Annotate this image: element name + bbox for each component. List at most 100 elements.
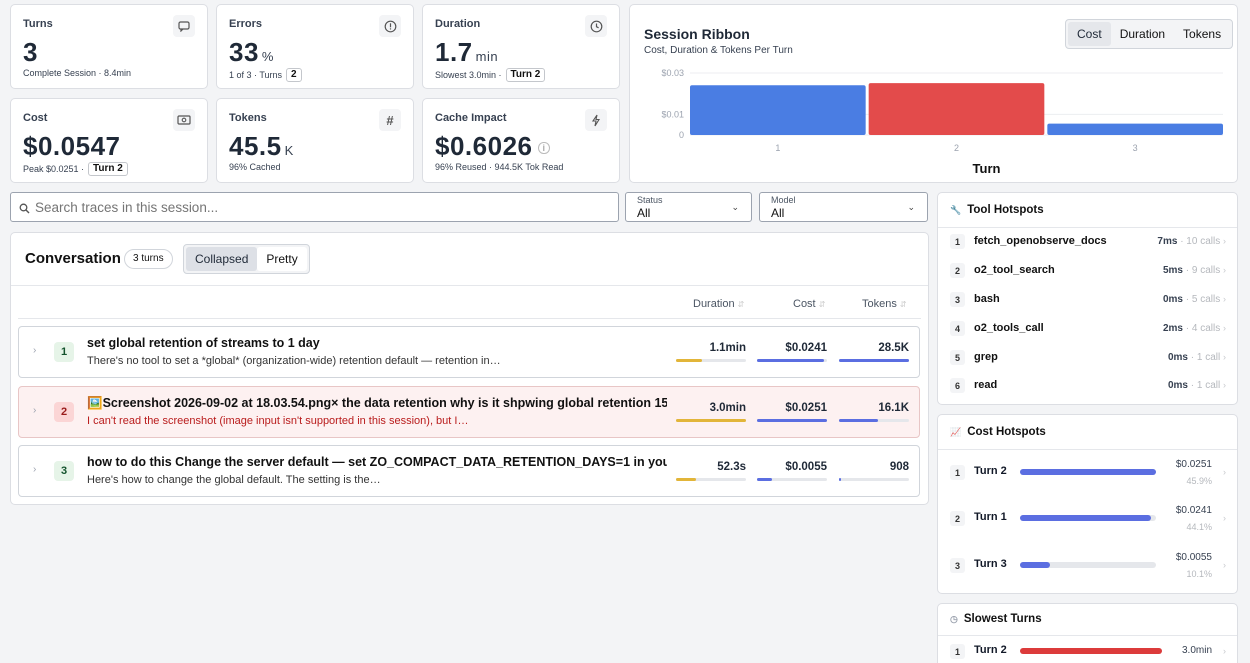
cost-bar-fill — [1020, 562, 1050, 568]
turn-tokens: 16.1K — [878, 402, 909, 414]
duration-value: 3.0min — [1181, 645, 1212, 656]
duration-pill[interactable]: Turn 2 — [505, 68, 546, 82]
turn-row-1[interactable]: › 1 set global retention of streams to 1… — [18, 326, 920, 378]
tool-item[interactable]: 2 o2_tool_search 5ms · 9 calls › — [950, 262, 1226, 280]
tokens-sub: 96% Cached — [229, 162, 281, 172]
tool-item[interactable]: 6 read 0ms · 1 call › — [950, 377, 1226, 395]
rank-badge: 1 — [950, 644, 965, 659]
turn-number: 2 — [54, 402, 74, 422]
errors-value: 33 — [229, 37, 259, 67]
tokens-bar-fill — [839, 419, 879, 422]
x-tick-label: 1 — [775, 143, 780, 153]
turn-tokens: 28.5K — [878, 342, 909, 354]
sort-icon: ⇵ — [899, 300, 907, 309]
tool-calls: · 4 calls — [1185, 323, 1221, 334]
turn-duration: 3.0min — [709, 402, 746, 414]
search-box[interactable] — [10, 192, 619, 222]
turn-title: set global retention of streams to 1 day — [87, 336, 320, 350]
pretty-mode-button[interactable]: Pretty — [257, 247, 307, 271]
duration-bar-fill — [1020, 648, 1162, 654]
tool-name: o2_tool_search — [974, 264, 1055, 276]
cost-bar-fill — [757, 359, 825, 362]
turns-value: 3 — [23, 37, 38, 67]
cost-pill[interactable]: Turn 2 — [88, 162, 128, 176]
cost-sub: Peak $0.0251 · — [23, 164, 85, 174]
x-tick-label: 3 — [1133, 143, 1138, 153]
tokens-bar — [839, 359, 909, 362]
divider — [11, 285, 928, 286]
chevron-right-icon[interactable]: › — [33, 405, 36, 416]
tool-item[interactable]: 5 grep 0ms · 1 call › — [950, 349, 1226, 367]
chevron-right-icon: › — [1223, 513, 1226, 523]
cost-hotspots-title: Cost Hotspots — [967, 426, 1046, 438]
slowest-turn-item[interactable]: 1 Turn 2 3.0min › — [950, 634, 1226, 663]
ribbon-subtitle: Cost, Duration & Tokens Per Turn — [644, 45, 793, 56]
duration-card: Duration 1.7 min Slowest 3.0min · Turn 2 — [422, 4, 620, 89]
tool-time: 2ms — [1162, 323, 1183, 334]
chevron-right-icon[interactable]: › — [33, 464, 36, 475]
cost-label: Cost — [23, 112, 48, 124]
model-filter-label: Model — [771, 195, 796, 205]
tab-cost[interactable]: Cost — [1068, 22, 1111, 46]
turn-duration: 52.3s — [717, 461, 746, 473]
tab-tokens[interactable]: Tokens — [1174, 22, 1230, 46]
session-ribbon-chart: $0.03 $0.01 0 1 2 3 Turn — [661, 68, 1223, 176]
turn-cost: $0.0251 — [785, 402, 827, 414]
search-input[interactable] — [35, 197, 605, 217]
tokens-value: 45.5 — [229, 131, 282, 161]
model-filter[interactable]: Model All ⌄ — [759, 192, 928, 222]
cost-hotspots-card: 📈 Cost Hotspots 1 Turn 2 $0.0251 45.9% › 2 Tur… — [937, 414, 1238, 594]
collapsed-mode-button[interactable]: Collapsed — [186, 247, 258, 271]
cost-percent: 44.1% — [1186, 522, 1212, 532]
turn-row-3[interactable]: › 3 how to do this Change the server def… — [18, 445, 920, 497]
rank-badge: 6 — [950, 378, 965, 393]
tool-hotspots-header: 🔧 Tool Hotspots — [950, 204, 1044, 216]
tokens-bar-fill — [839, 359, 909, 362]
tool-calls: · 10 calls — [1180, 236, 1221, 247]
search-icon — [19, 201, 30, 219]
chevron-down-icon: ⌄ — [907, 202, 915, 212]
turn-tokens: 908 — [889, 461, 909, 473]
info-icon[interactable]: i — [538, 142, 550, 155]
tool-name: fetch_openobserve_docs — [974, 235, 1107, 247]
duration-bar-fill — [676, 359, 702, 362]
tool-hotspots-title: Tool Hotspots — [967, 204, 1044, 216]
tool-time: 7ms — [1157, 236, 1178, 247]
slowest-turns-header: ◷ Slowest Turns — [950, 613, 1042, 625]
turn-title: 🖼️Screenshot 2026-09-02 at 18.03.54.png×… — [87, 396, 667, 410]
cost-hotspot-item[interactable]: 1 Turn 2 $0.0251 45.9% › — [950, 455, 1226, 491]
turn-count-badge: 3 turns — [124, 249, 173, 269]
tokens-unit: K — [284, 143, 294, 158]
tool-name: o2_tools_call — [974, 322, 1044, 334]
tool-item[interactable]: 4 o2_tools_call 2ms · 4 calls › — [950, 320, 1226, 338]
turns-sub: Complete Session · 8.4min — [23, 68, 132, 78]
cost-card: Cost $0.0547 Peak $0.0251 · Turn 2 — [10, 98, 208, 183]
turn-row-2[interactable]: › 2 🖼️Screenshot 2026-09-02 at 18.03.54.… — [18, 386, 920, 438]
turns-label: Turns — [23, 18, 53, 30]
duration-bar — [676, 359, 746, 362]
cost-hotspot-item[interactable]: 3 Turn 3 $0.0055 10.1% › — [950, 548, 1226, 584]
y-tick-label: $0.01 — [661, 109, 684, 119]
tab-duration[interactable]: Duration — [1111, 22, 1174, 46]
errors-unit: % — [261, 49, 274, 64]
column-duration[interactable]: Duration ⇵ — [693, 298, 744, 310]
chevron-right-icon: › — [1223, 646, 1226, 656]
cost-hotspot-item[interactable]: 2 Turn 1 $0.0241 44.1% › — [950, 501, 1226, 537]
cost-bar-fill — [1020, 469, 1156, 475]
status-filter[interactable]: Status All ⌄ — [625, 192, 752, 222]
column-cost[interactable]: Cost ⇵ — [793, 298, 825, 310]
rank-badge: 2 — [950, 511, 965, 526]
turn-name: Turn 2 — [974, 465, 1007, 477]
rank-badge: 4 — [950, 321, 965, 336]
column-tokens[interactable]: Tokens ⇵ — [862, 298, 907, 310]
cost-bar — [757, 478, 827, 481]
tool-item[interactable]: 1 fetch_openobserve_docs 7ms · 10 calls › — [950, 233, 1226, 251]
tool-item[interactable]: 3 bash 0ms · 5 calls › — [950, 291, 1226, 309]
chevron-right-icon[interactable]: › — [33, 345, 36, 356]
errors-pill[interactable]: 2 — [286, 68, 302, 82]
turn-cost: $0.0241 — [785, 342, 827, 354]
turn-number: 1 — [54, 342, 74, 362]
bolt-icon — [585, 109, 607, 131]
turn-name: Turn 1 — [974, 511, 1007, 523]
cost-bar — [1020, 515, 1156, 521]
